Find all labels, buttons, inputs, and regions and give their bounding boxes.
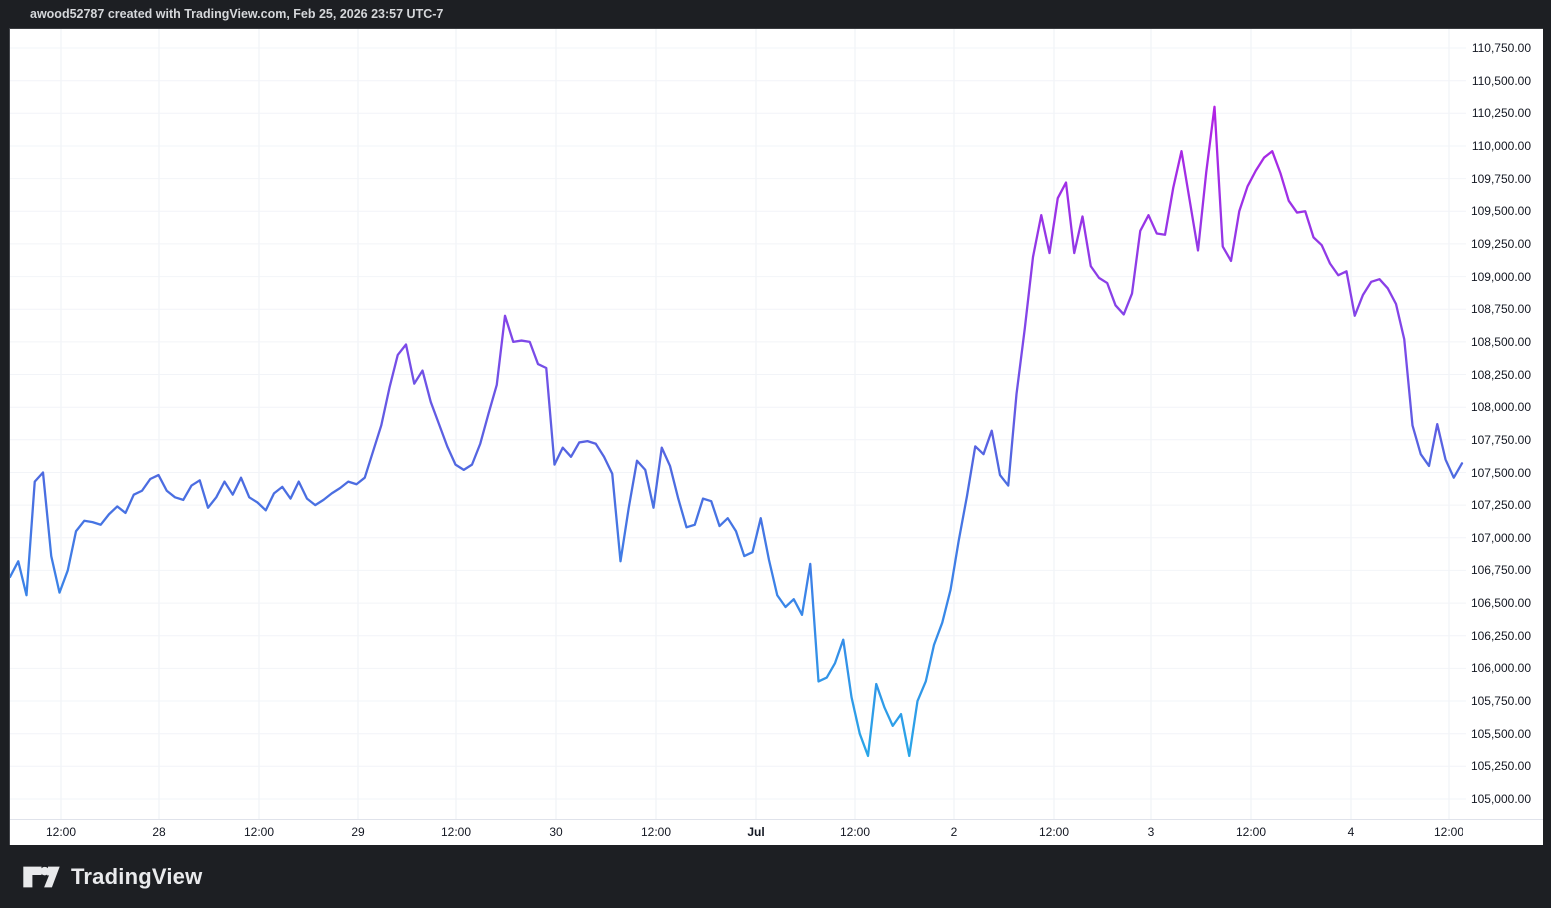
tradingview-logo-text: TradingView — [71, 864, 202, 890]
price-tick-label: 108,750.00 — [1471, 301, 1531, 317]
price-tick-label: 110,250.00 — [1472, 105, 1531, 121]
price-tick-label: 110,000.00 — [1472, 138, 1531, 154]
price-tick-label: 107,500.00 — [1471, 465, 1531, 481]
price-series-line[interactable] — [10, 107, 1462, 756]
chart-area: 110,750.00 110,500.00 110,250.00 110,000.00… — [9, 28, 1543, 846]
watermark-text: awood52787 created with TradingView.com,… — [0, 0, 1551, 29]
time-tick-label: 2 — [951, 825, 958, 839]
time-tick-label: 12:00 — [1434, 825, 1463, 839]
tradingview-logo[interactable]: TradingView — [22, 864, 202, 890]
time-tick-label: 12:00 — [244, 825, 274, 839]
time-tick-label: 12:00 — [840, 825, 870, 839]
price-tick-label: 109,750.00 — [1471, 171, 1531, 187]
tradingview-logo-icon — [22, 864, 61, 890]
price-tick-label: 105,500.00 — [1471, 726, 1531, 742]
price-tick-label: 106,250.00 — [1471, 628, 1531, 644]
price-tick-label: 106,000.00 — [1471, 660, 1531, 676]
price-tick-label: 106,500.00 — [1471, 595, 1531, 611]
price-tick-label: 108,000.00 — [1471, 399, 1531, 415]
price-tick-label: 109,000.00 — [1471, 269, 1531, 285]
time-tick-label: 4 — [1348, 825, 1355, 839]
price-tick-label: 109,500.00 — [1471, 203, 1531, 219]
time-tick-label: 12:00 — [1236, 825, 1266, 839]
price-tick-label: 107,000.00 — [1471, 530, 1531, 546]
price-tick-label: 105,000.00 — [1471, 791, 1531, 807]
price-tick-label: 105,750.00 — [1471, 693, 1531, 709]
time-tick-label: 12:00 — [441, 825, 471, 839]
time-axis[interactable]: 12:00 28 12:00 29 12:00 30 12:00 Jul 12:00 2 12:00… — [10, 819, 1543, 846]
price-tick-label: 105,250.00 — [1471, 758, 1531, 774]
price-tick-label: 108,250.00 — [1471, 367, 1531, 383]
time-tick-label: 28 — [152, 825, 165, 839]
time-axis-labels: 12:00 28 12:00 29 12:00 30 12:00 Jul 12:00 2 12:00… — [10, 820, 1463, 846]
watermark-bar: awood52787 created with TradingView.com,… — [0, 0, 1551, 28]
time-tick-label: 30 — [549, 825, 562, 839]
time-tick-label: Jul — [747, 825, 764, 839]
price-tick-label: 109,250.00 — [1471, 236, 1531, 252]
time-tick-label: 12:00 — [1039, 825, 1069, 839]
time-tick-label: 29 — [351, 825, 364, 839]
price-tick-label: 107,750.00 — [1471, 432, 1531, 448]
price-tick-label: 110,750.00 — [1472, 40, 1531, 56]
price-tick-label: 108,500.00 — [1471, 334, 1531, 350]
time-tick-label: 12:00 — [641, 825, 671, 839]
price-axis[interactable]: 110,750.00 110,500.00 110,250.00 110,000.00… — [1466, 29, 1543, 819]
price-tick-label: 110,500.00 — [1472, 73, 1531, 89]
time-tick-label: 3 — [1148, 825, 1155, 839]
price-line-chart[interactable] — [10, 29, 1466, 819]
branding-bar: TradingView — [0, 845, 1551, 908]
time-tick-label: 12:00 — [46, 825, 76, 839]
price-tick-label: 107,250.00 — [1471, 497, 1531, 513]
price-tick-label: 106,750.00 — [1471, 562, 1531, 578]
